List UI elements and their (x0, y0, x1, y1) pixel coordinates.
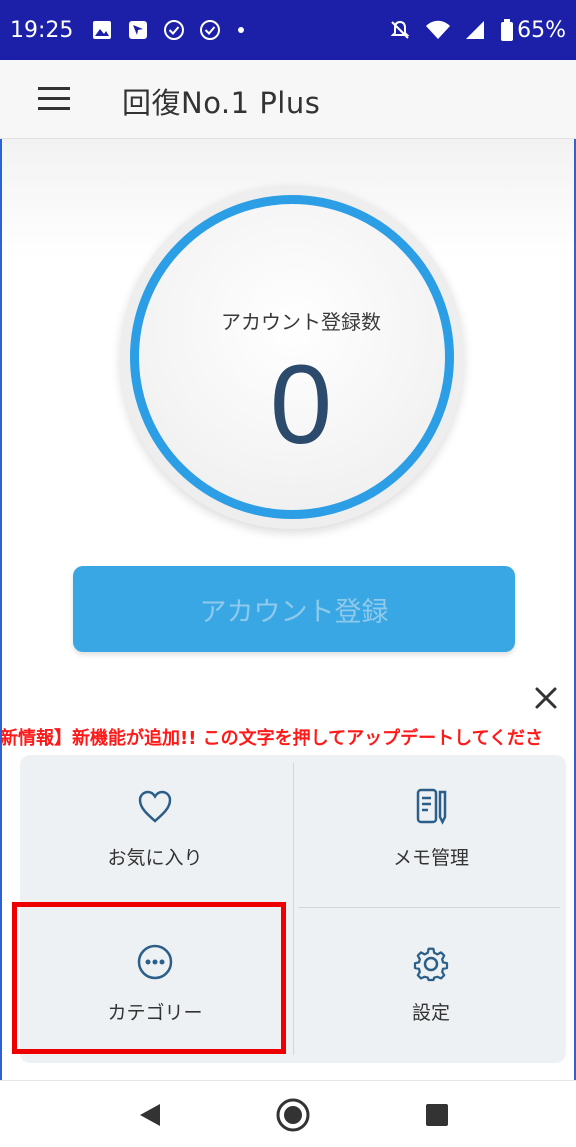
notification-icons (91, 19, 247, 41)
mute-icon (390, 20, 410, 39)
system-icons: 65% (388, 18, 566, 43)
dot-icon (238, 27, 245, 33)
shield-check-icon (164, 20, 185, 40)
settings-button[interactable]: 設定 (296, 910, 566, 1060)
settings-label: 設定 (411, 1002, 450, 1024)
hamburger-menu-icon[interactable] (38, 87, 70, 111)
category-label: カテゴリー (107, 1002, 203, 1024)
navigation-bar (0, 1080, 576, 1147)
category-button[interactable]: カテゴリー (20, 910, 290, 1060)
favorites-button[interactable]: お気に入り (20, 755, 290, 905)
account-counter: アカウント登録数 0 (120, 185, 464, 529)
counter-ring: アカウント登録数 0 (130, 195, 454, 519)
location-icon (129, 21, 148, 39)
home-icon[interactable] (275, 1097, 311, 1133)
more-circle-icon (137, 944, 173, 980)
favorites-label: お気に入り (107, 847, 203, 869)
status-bar: 19:25 65% (0, 0, 576, 60)
register-account-button[interactable]: アカウント登録 (73, 566, 515, 652)
memo-icon (416, 788, 447, 825)
heart-icon (138, 790, 172, 823)
battery-icon (501, 19, 514, 41)
battery-indicator: 65% (500, 18, 566, 43)
counter-value: 0 (269, 342, 333, 467)
wifi-icon (426, 20, 451, 39)
memo-management-label: メモ管理 (392, 847, 469, 869)
page-edge-left (0, 139, 2, 1099)
battery-percent: 65% (517, 17, 566, 43)
news-banner[interactable]: 新情報】新機能が追加!! この文字を押してアップデートしてくださ (0, 723, 576, 755)
grid-divider (298, 907, 560, 908)
shield-check-icon (200, 20, 221, 40)
app-screen: 19:25 65% 回復No.1 Plus アカウント登録数 0 アカウント登録… (0, 0, 576, 1147)
menu-grid: お気に入り メモ管理 カテゴリー 設定 (20, 755, 566, 1063)
status-time: 19:25 (10, 17, 74, 43)
close-icon[interactable] (532, 684, 560, 712)
image-icon (93, 21, 112, 39)
memo-management-button[interactable]: メモ管理 (296, 755, 566, 905)
app-bar: 回復No.1 Plus (0, 60, 576, 139)
grid-divider (293, 763, 294, 1055)
counter-label: アカウント登録数 (221, 310, 381, 334)
signal-icon (466, 21, 485, 39)
main-content: アカウント登録数 0 アカウント登録 新情報】新機能が追加!! この文字を押して… (0, 139, 576, 1147)
app-title: 回復No.1 Plus (122, 86, 321, 120)
recent-apps-icon[interactable] (425, 1103, 449, 1127)
gear-icon (413, 947, 449, 982)
back-icon[interactable] (136, 1101, 164, 1129)
